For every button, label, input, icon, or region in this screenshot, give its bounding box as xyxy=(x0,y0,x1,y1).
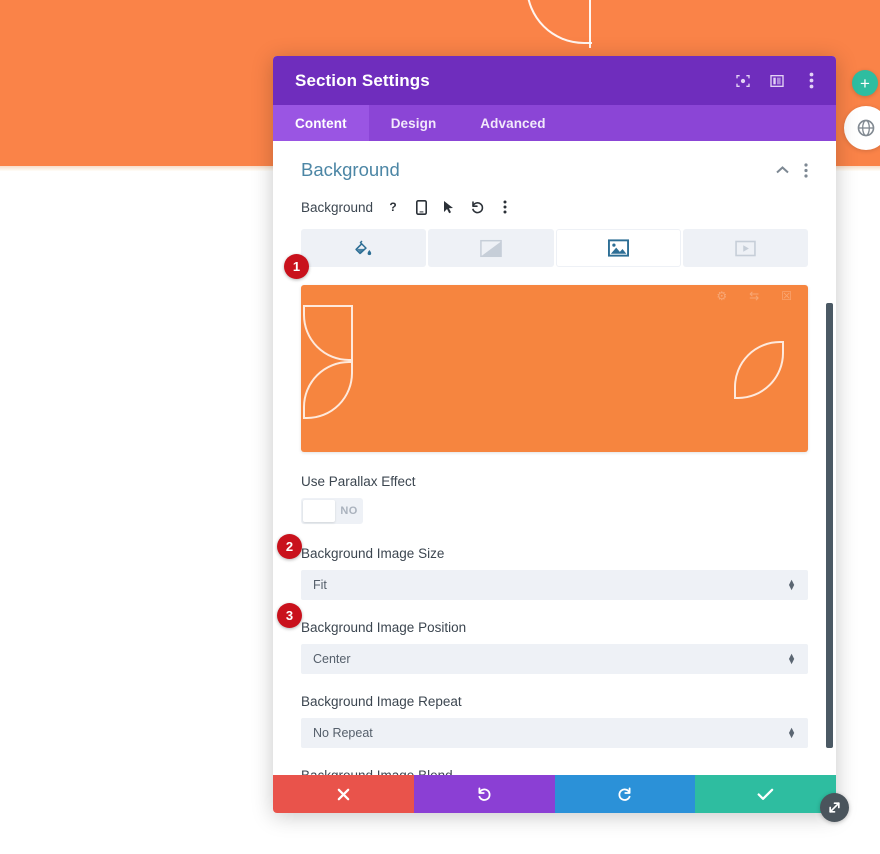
modal-header-actions xyxy=(734,72,820,90)
page-settings-button[interactable] xyxy=(844,106,880,150)
background-field-row: Background ? xyxy=(301,199,808,215)
section-settings-modal: Section Settings Content Design Advanced… xyxy=(273,56,836,813)
background-image-repeat-select[interactable]: No Repeat ▲ ▼ xyxy=(301,718,808,748)
plus-icon: + xyxy=(860,73,870,93)
background-image-tab[interactable] xyxy=(555,229,681,267)
preview-decor-shape-1 xyxy=(303,305,353,361)
modal-header: Section Settings xyxy=(273,56,836,105)
background-color-tab[interactable] xyxy=(301,229,427,267)
background-image-size-select[interactable]: Fit ▲ ▼ xyxy=(301,570,808,600)
modal-body: Background Background ? ⚙ ⇆ ☒ Use Parall… xyxy=(273,141,836,775)
hero-decor-shape-b xyxy=(589,0,649,48)
modal-action-bar xyxy=(273,775,836,813)
parallax-toggle-value: NO xyxy=(340,505,358,517)
add-section-button[interactable]: + xyxy=(852,70,878,96)
background-image-position-label: Background Image Position xyxy=(301,620,467,635)
tab-design[interactable]: Design xyxy=(369,105,459,141)
modal-title: Section Settings xyxy=(295,70,430,90)
background-more-vertical-icon[interactable] xyxy=(497,199,513,215)
background-type-tabs xyxy=(301,229,808,267)
chevron-up-icon[interactable] xyxy=(775,165,790,175)
paint-bucket-icon xyxy=(355,240,372,255)
chevron-updown-icon: ▲ ▼ xyxy=(787,725,796,740)
annotation-badge-1: 1 xyxy=(284,254,309,279)
chevron-updown-icon: ▲ ▼ xyxy=(787,651,796,666)
close-icon xyxy=(337,788,350,800)
cursor-icon[interactable] xyxy=(441,199,457,215)
background-section-title: Background xyxy=(301,159,400,180)
check-icon xyxy=(757,788,774,800)
background-image-size-label: Background Image Size xyxy=(301,546,445,561)
chevron-updown-icon: ▲ ▼ xyxy=(787,577,796,592)
background-section-header: Background xyxy=(301,159,808,181)
video-icon xyxy=(735,240,756,256)
preview-swap-icon[interactable]: ⇆ xyxy=(749,289,759,303)
image-icon xyxy=(607,239,629,257)
background-field-label: Background xyxy=(301,199,374,215)
mobile-icon[interactable] xyxy=(413,199,429,215)
background-image-preview-wrap: ⚙ ⇆ ☒ xyxy=(301,285,808,452)
section-more-vertical-icon[interactable] xyxy=(804,162,808,178)
svg-text:?: ? xyxy=(389,200,396,214)
more-vertical-icon[interactable] xyxy=(802,72,820,90)
background-image-size-value: Fit xyxy=(313,578,327,592)
undo-icon xyxy=(477,787,491,801)
parallax-toggle[interactable]: NO xyxy=(301,498,363,524)
save-button[interactable] xyxy=(695,775,836,813)
reset-icon[interactable] xyxy=(469,199,485,215)
preview-delete-icon[interactable]: ☒ xyxy=(781,289,792,303)
help-icon[interactable]: ? xyxy=(385,199,401,215)
background-image-repeat-value: No Repeat xyxy=(313,726,373,740)
parallax-toggle-knob xyxy=(303,500,335,522)
settings-scrollbar[interactable] xyxy=(826,303,833,748)
redo-icon xyxy=(618,787,632,801)
background-gradient-tab[interactable] xyxy=(428,229,554,267)
tab-advanced[interactable]: Advanced xyxy=(458,105,567,141)
annotation-badge-2: 2 xyxy=(277,534,302,559)
background-video-tab[interactable] xyxy=(682,229,808,267)
tab-content[interactable]: Content xyxy=(273,105,369,141)
preview-settings-icon[interactable]: ⚙ xyxy=(716,289,727,303)
resize-handle[interactable] xyxy=(820,793,849,822)
settings-scroll-area: Background Background ? ⚙ ⇆ ☒ Use Parall… xyxy=(273,141,836,775)
background-image-position-select[interactable]: Center ▲ ▼ xyxy=(301,644,808,674)
background-image-blend-label: Background Image Blend xyxy=(301,768,808,775)
parallax-label: Use Parallax Effect xyxy=(301,474,416,489)
annotation-badge-3: 3 xyxy=(277,603,302,628)
diagonal-arrows-icon xyxy=(829,802,840,813)
background-image-position-value: Center xyxy=(313,652,351,666)
preview-decor-shape-2 xyxy=(303,361,353,419)
background-image-repeat-label: Background Image Repeat xyxy=(301,694,462,709)
page-root: + Section Settings Content Design Advanc… xyxy=(0,0,880,854)
cancel-button[interactable] xyxy=(273,775,414,813)
background-image-preview[interactable]: ⚙ ⇆ ☒ xyxy=(301,285,808,452)
layout-columns-icon[interactable] xyxy=(768,72,786,90)
modal-tabs: Content Design Advanced xyxy=(273,105,836,141)
redo-button[interactable] xyxy=(554,775,696,813)
focus-target-icon[interactable] xyxy=(734,72,752,90)
globe-icon xyxy=(857,119,875,137)
hero-decor-shape-a xyxy=(526,0,592,44)
undo-button[interactable] xyxy=(413,775,555,813)
gradient-icon xyxy=(480,239,502,257)
preview-decor-shape-3 xyxy=(734,341,784,399)
preview-hover-tools: ⚙ ⇆ ☒ xyxy=(716,289,792,303)
